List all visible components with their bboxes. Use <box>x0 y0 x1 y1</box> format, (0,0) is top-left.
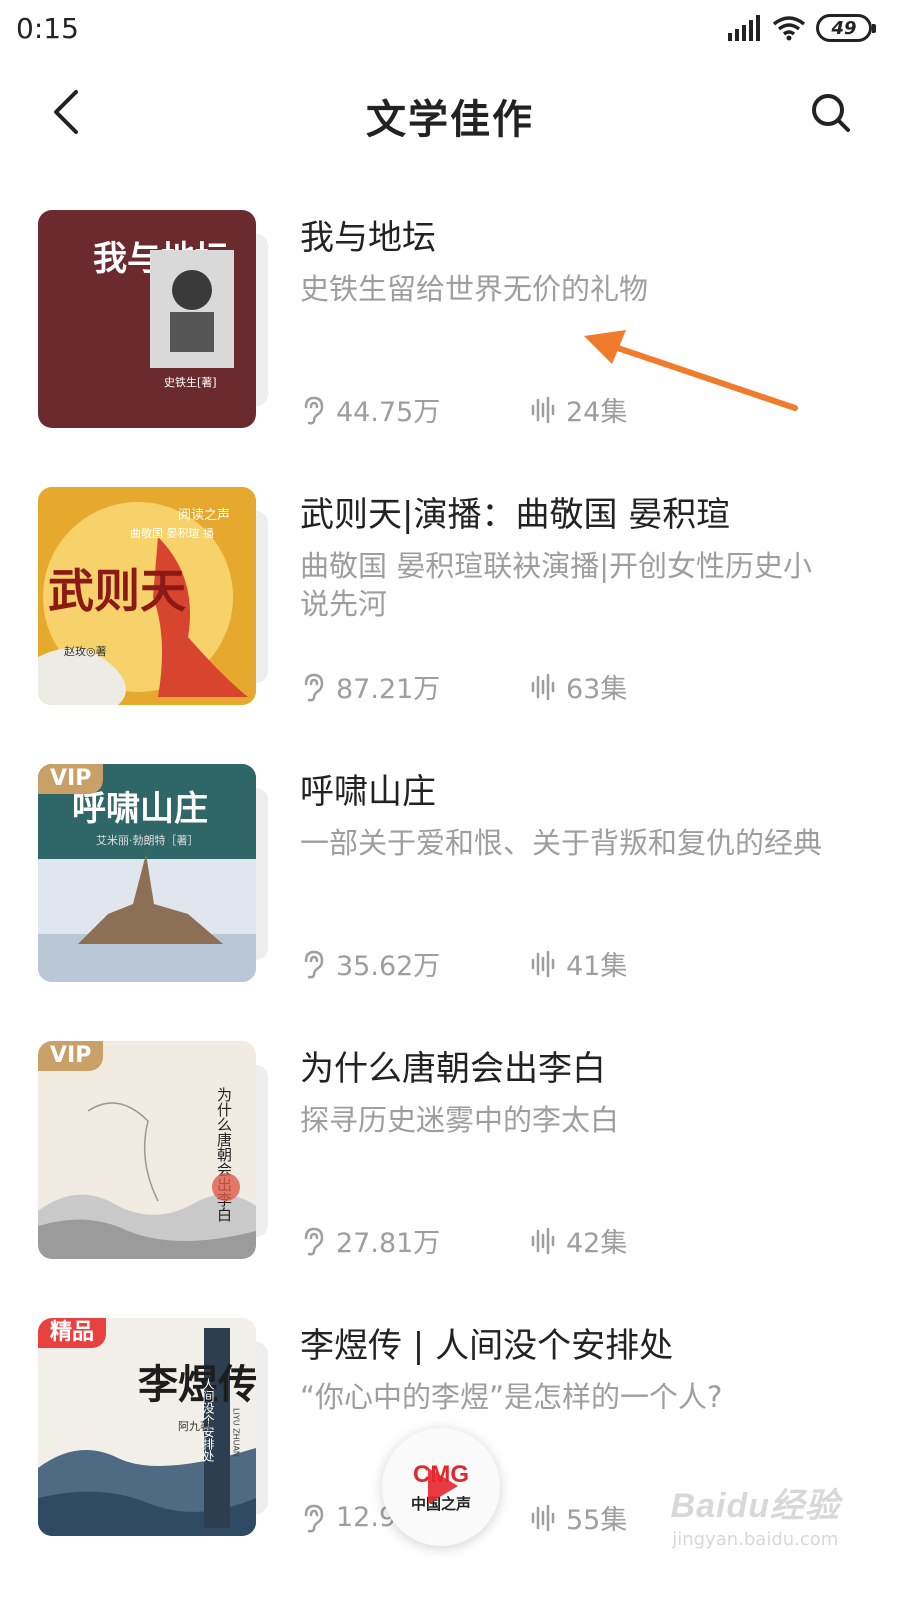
play-count-value: 87.21万 <box>336 674 441 705</box>
cover-image: 我与地坛 史铁生[著] <box>38 210 256 428</box>
item-title: 李煜传 | 人间没个安排处 <box>300 1326 674 1366</box>
item-meta: 27.81万 42集 <box>300 1221 627 1260</box>
episode-count: 41集 <box>530 944 627 983</box>
episode-count-value: 63集 <box>566 674 628 705</box>
episode-count-value: 42集 <box>566 1228 628 1259</box>
item-meta: 87.21万 63集 <box>300 667 627 706</box>
cover-image: 为什么唐朝会出李白 <box>38 1041 256 1259</box>
ear-icon <box>304 673 324 701</box>
cover: 为什么唐朝会出李白 VIP <box>38 1041 268 1259</box>
play-icon <box>428 1468 458 1504</box>
list-item[interactable]: 我与地坛 史铁生[著] 我与地坛 史铁生留给世界无价的礼物 44.75万 24集 <box>0 202 900 479</box>
episode-count: 42集 <box>530 1221 627 1260</box>
cover-art: 阅读之声 曲敬国 晏积瑄 播 武则天 赵玫◎著 <box>38 487 256 705</box>
cover-author: 史铁生[著] <box>164 375 217 389</box>
wifi-icon <box>772 16 806 41</box>
waveform-icon <box>531 673 555 700</box>
watermark-sub: jingyan.baidu.com <box>672 1529 839 1550</box>
cover-author: 艾米丽·勃朗特［著］ <box>96 833 199 847</box>
cover-art: 李煜传 人间没个安排处 阿九著 LIYU ZHUAN <box>38 1328 256 1536</box>
watermark-main: Baidu经验 <box>670 1487 840 1525</box>
cover: 阅读之声 曲敬国 晏积瑄 播 武则天 赵玫◎著 <box>38 487 268 705</box>
cover-art: 我与地坛 史铁生[著] <box>93 239 234 389</box>
play-count: 27.81万 <box>300 1221 530 1260</box>
cover: 我与地坛 史铁生[著] <box>38 210 268 428</box>
status-icons: 49 <box>728 14 876 42</box>
status-time: 0:15 <box>16 12 79 45</box>
cover-art: 为什么唐朝会出李白 <box>38 1087 256 1259</box>
cover-author: 阿九著 <box>178 1419 211 1433</box>
vip-badge: VIP <box>38 1041 104 1071</box>
list-item[interactable]: 呼啸山庄 艾米丽·勃朗特［著］ VIP 呼啸山庄 一部关于爱和恨、关于背叛和复仇… <box>0 756 900 1033</box>
episode-count-value: 24集 <box>566 397 628 428</box>
item-description: “你心中的李煜”是怎样的一个人? <box>300 1380 723 1414</box>
item-title: 我与地坛 <box>300 218 436 258</box>
cover-title: 为什么唐朝会出李白 <box>215 1087 233 1222</box>
mini-player-button[interactable]: CMG 中国之声 <box>382 1428 500 1546</box>
episode-count: 63集 <box>530 667 627 706</box>
list-item[interactable]: 阅读之声 曲敬国 晏积瑄 播 武则天 赵玫◎著 武则天|演播：曲敬国 晏积瑄 曲… <box>0 479 900 756</box>
nav-bar: 文学佳作 <box>0 62 900 172</box>
play-count-value: 27.81万 <box>336 1228 441 1259</box>
episode-count: 24集 <box>530 390 627 429</box>
cover-art: 呼啸山庄 艾米丽·勃朗特［著］ <box>38 764 256 982</box>
ear-icon <box>304 1227 324 1255</box>
episode-count-value: 41集 <box>566 951 628 982</box>
page-title: 文学佳作 <box>366 97 534 143</box>
cover-title: 武则天 <box>48 564 186 618</box>
episode-count: 55集 <box>530 1498 627 1537</box>
battery-level: 49 <box>831 17 857 39</box>
cover-pinyin: LIYU ZHUAN <box>232 1408 241 1457</box>
book-list: 我与地坛 史铁生[著] 我与地坛 史铁生留给世界无价的礼物 44.75万 24集 <box>0 202 900 1587</box>
status-bar: 0:15 49 <box>0 0 900 62</box>
search-icon <box>812 94 850 132</box>
cover-sublabel: 曲敬国 晏积瑄 播 <box>130 526 214 540</box>
play-count: 35.62万 <box>300 944 530 983</box>
item-description: 史铁生留给世界无价的礼物 <box>300 272 649 306</box>
cover-image: 呼啸山庄 艾米丽·勃朗特［著］ <box>38 764 256 982</box>
vip-badge: VIP <box>38 764 104 794</box>
cover-image: 李煜传 人间没个安排处 阿九著 LIYU ZHUAN <box>38 1318 256 1536</box>
cover-label: 阅读之声 <box>178 508 230 523</box>
premium-badge: 精品 <box>38 1318 107 1348</box>
signal-icon <box>728 15 760 41</box>
list-item[interactable]: 为什么唐朝会出李白 VIP 为什么唐朝会出李白 探寻历史迷雾中的李太白 27.8… <box>0 1033 900 1310</box>
item-description: 曲敬国 晏积瑄联袂演播|开创女性历史小说先河 <box>300 549 812 621</box>
ear-icon <box>304 950 324 978</box>
waveform-icon <box>531 396 555 423</box>
ear-icon <box>304 1504 324 1532</box>
play-count-value: 35.62万 <box>336 951 441 982</box>
cover-title: 李煜传 <box>138 1361 256 1408</box>
episode-count-value: 55集 <box>566 1505 628 1536</box>
item-meta: 44.75万 24集 <box>300 390 627 429</box>
cover-author: 赵玫◎著 <box>64 644 107 658</box>
item-meta: 35.62万 41集 <box>300 944 627 983</box>
battery-indicator: 49 <box>816 14 876 42</box>
watermark: Baidu经验 jingyan.baidu.com <box>671 1478 840 1550</box>
play-count-value: 44.75万 <box>336 397 441 428</box>
waveform-icon <box>531 1504 555 1531</box>
item-title: 武则天|演播：曲敬国 晏积瑄 <box>300 495 731 535</box>
waveform-icon <box>531 1227 555 1254</box>
item-description: 一部关于爱和恨、关于背叛和复仇的经典 <box>300 826 823 860</box>
play-count: 44.75万 <box>300 390 530 429</box>
search-button[interactable] <box>804 86 860 142</box>
waveform-icon <box>531 950 555 977</box>
ear-icon <box>304 396 324 424</box>
cover-title: 呼啸山庄 <box>72 789 208 829</box>
cover: 李煜传 人间没个安排处 阿九著 LIYU ZHUAN 精品 <box>38 1318 268 1536</box>
item-title: 呼啸山庄 <box>300 772 436 812</box>
cover: 呼啸山庄 艾米丽·勃朗特［著］ VIP <box>38 764 268 982</box>
item-description: 探寻历史迷雾中的李太白 <box>300 1103 620 1137</box>
play-count: 87.21万 <box>300 667 530 706</box>
cover-image: 阅读之声 曲敬国 晏积瑄 播 武则天 赵玫◎著 <box>38 487 256 705</box>
item-title: 为什么唐朝会出李白 <box>300 1049 606 1089</box>
